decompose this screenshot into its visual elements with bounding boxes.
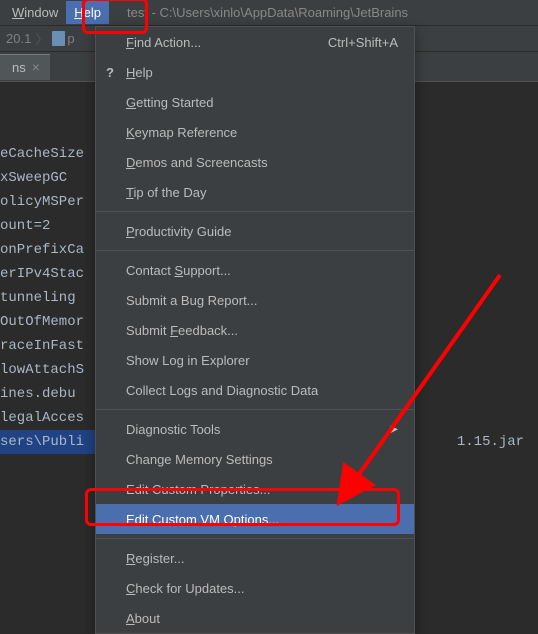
breadcrumb-sep: 〉 [35, 29, 48, 48]
file-icon [52, 31, 65, 46]
breadcrumb-part[interactable]: 20.1 [6, 31, 31, 46]
menu-about[interactable]: About [96, 603, 414, 633]
tab-label: ns [12, 60, 26, 75]
breadcrumb-part[interactable]: p [67, 31, 74, 46]
menu-register[interactable]: Register... [96, 543, 414, 573]
menu-help-item[interactable]: ? Help [96, 57, 414, 87]
menu-show-log[interactable]: Show Log in Explorer [96, 345, 414, 375]
window-title: test - C:\Users\xinlo\AppData\Roaming\Je… [127, 5, 408, 20]
menu-submit-feedback[interactable]: Submit Feedback... [96, 315, 414, 345]
menu-collect-logs[interactable]: Collect Logs and Diagnostic Data [96, 375, 414, 405]
menu-submit-bug[interactable]: Submit a Bug Report... [96, 285, 414, 315]
menu-demos[interactable]: Demos and Screencasts [96, 147, 414, 177]
menu-keymap-reference[interactable]: Keymap Reference [96, 117, 414, 147]
menu-find-action[interactable]: Find Action... Ctrl+Shift+A [96, 27, 414, 57]
editor-tab[interactable]: ns × [0, 54, 50, 80]
menu-contact-support[interactable]: Contact Support... [96, 255, 414, 285]
chevron-right-icon: ▶ [390, 424, 398, 435]
menu-edit-vm-options[interactable]: Edit Custom VM Options... [96, 504, 414, 534]
menu-separator [96, 250, 414, 251]
menu-change-memory[interactable]: Change Memory Settings [96, 444, 414, 474]
menu-tip-of-day[interactable]: Tip of the Day [96, 177, 414, 207]
menu-check-updates[interactable]: Check for Updates... [96, 573, 414, 603]
menu-window[interactable]: Window [4, 1, 66, 24]
menu-separator [96, 409, 414, 410]
help-icon: ? [106, 65, 114, 80]
menu-productivity-guide[interactable]: Productivity Guide [96, 216, 414, 246]
menubar: Window Help test - C:\Users\xinlo\AppDat… [0, 0, 538, 26]
help-menu: Find Action... Ctrl+Shift+A ? Help Getti… [95, 26, 415, 634]
menu-diagnostic-tools[interactable]: Diagnostic Tools ▶ [96, 414, 414, 444]
menu-getting-started[interactable]: Getting Started [96, 87, 414, 117]
shortcut-label: Ctrl+Shift+A [328, 35, 398, 50]
menu-edit-properties[interactable]: Edit Custom Properties... [96, 474, 414, 504]
close-icon[interactable]: × [32, 60, 40, 74]
menu-separator [96, 538, 414, 539]
menu-help[interactable]: Help [66, 1, 109, 24]
menu-separator [96, 211, 414, 212]
